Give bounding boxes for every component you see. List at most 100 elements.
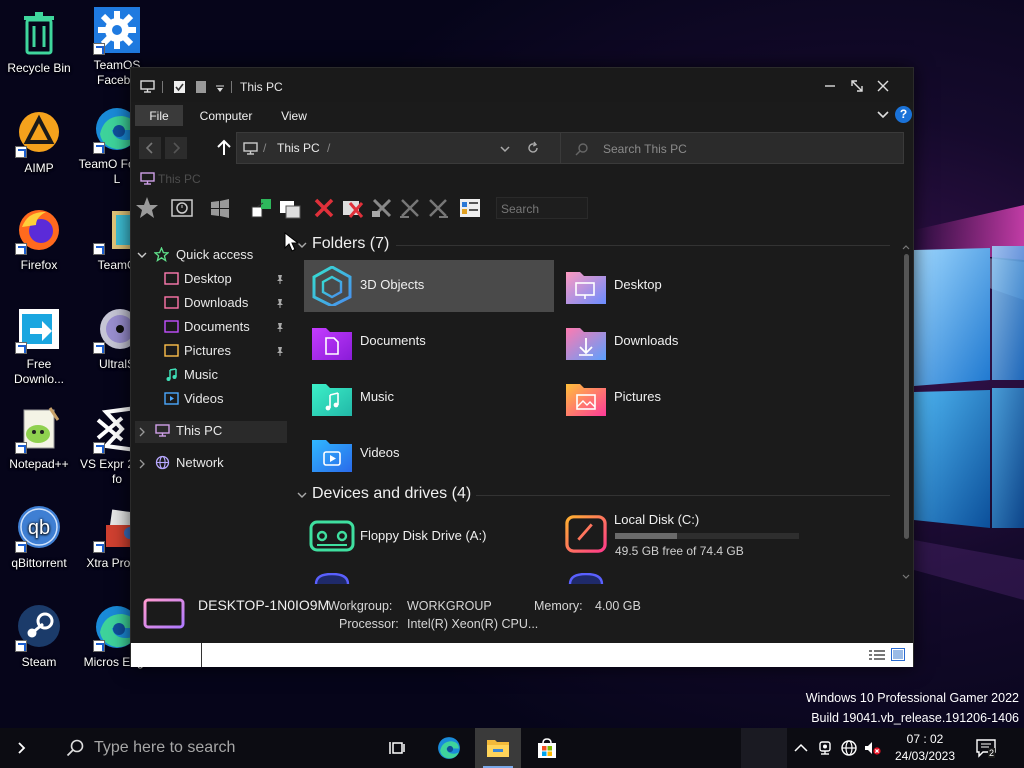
maximize-button[interactable] <box>849 78 865 94</box>
title-bar[interactable]: This PC <box>131 68 913 102</box>
nav-network[interactable]: Network <box>135 452 287 474</box>
devices-group-header[interactable]: Devices and drives (4) <box>312 485 471 503</box>
nav-item-documents[interactable]: Documents <box>135 316 287 338</box>
desktop-icon-label: Firefox <box>20 258 58 272</box>
drive-floppy-a[interactable]: Floppy Disk Drive (A:) <box>304 510 554 564</box>
nav-item-videos[interactable]: Videos <box>135 388 287 410</box>
desktop-icon-notepad-plus-plus[interactable]: Notepad++ <box>0 404 78 472</box>
firefox-icon <box>14 205 64 255</box>
desktop-icon-free-download-manager[interactable]: Free Downlo... <box>0 304 78 387</box>
svg-text:qb: qb <box>28 517 50 539</box>
taskbar-app-edge[interactable] <box>426 728 472 768</box>
nav-this-pc[interactable]: This PC <box>135 420 287 442</box>
folder-music[interactable]: Music <box>304 372 554 424</box>
view-options-icon[interactable] <box>457 195 483 221</box>
nav-item-music[interactable]: Music <box>135 364 287 386</box>
pictures-folder-icon <box>566 384 606 416</box>
back-button[interactable] <box>139 137 161 159</box>
network-globe-icon[interactable] <box>840 739 858 757</box>
start-button[interactable] <box>0 728 46 768</box>
hard-drive-icon <box>565 515 607 553</box>
refresh-icon[interactable] <box>526 141 540 155</box>
undo-icon[interactable] <box>397 195 423 221</box>
folder-documents[interactable]: Documents <box>304 316 554 368</box>
music-note-icon <box>166 368 177 381</box>
large-icons-view-icon[interactable] <box>891 648 905 661</box>
dvd-drive-icon[interactable] <box>566 573 606 584</box>
taskbar-app-file-explorer[interactable] <box>475 728 521 768</box>
dvd-drive-icon[interactable] <box>312 573 352 584</box>
videos-folder-icon <box>164 392 179 405</box>
chevron-down-icon[interactable] <box>297 491 307 499</box>
desktop-icon-aimp[interactable]: AIMP <box>0 108 78 176</box>
clock-time[interactable]: 07 : 02 <box>893 732 957 746</box>
breadcrumb-this-pc[interactable]: This PC <box>277 141 320 155</box>
folder-downloads[interactable]: Downloads <box>558 316 808 368</box>
up-button[interactable] <box>213 137 235 159</box>
pin-icon[interactable] <box>275 298 285 309</box>
chevron-up-icon[interactable] <box>792 739 810 757</box>
folder-name: Music <box>360 389 394 404</box>
folder-desktop[interactable]: Desktop <box>558 260 808 312</box>
properties-icon[interactable] <box>173 80 186 94</box>
nav-label: Downloads <box>184 295 249 310</box>
chevron-down-icon[interactable] <box>499 144 511 154</box>
cut-icon[interactable] <box>369 195 395 221</box>
vertical-scrollbar[interactable] <box>902 244 910 584</box>
clock-date[interactable]: 24/03/2023 <box>889 749 961 763</box>
nav-item-downloads[interactable]: Downloads <box>135 292 287 314</box>
history-icon[interactable] <box>169 195 195 221</box>
pin-icon[interactable] <box>275 346 285 357</box>
nav-quick-access[interactable]: Quick access <box>135 244 287 266</box>
help-button[interactable]: ? <box>895 106 912 123</box>
taskbar-app-store[interactable] <box>523 728 569 768</box>
forward-button[interactable] <box>165 137 187 159</box>
new-folder-icon[interactable] <box>195 80 207 94</box>
minimize-button[interactable] <box>822 78 838 94</box>
pin-icon[interactable] <box>275 274 285 285</box>
customize-quick-access-icon[interactable] <box>215 80 225 94</box>
tab-file[interactable]: File <box>135 105 183 126</box>
delete-permanently-icon[interactable] <box>340 195 366 221</box>
toolbar-search-input[interactable]: Search <box>496 197 588 219</box>
details-view-icon[interactable] <box>869 649 885 661</box>
favorite-star-icon[interactable] <box>134 195 160 221</box>
processor-value: Intel(R) Xeon(R) CPU... <box>407 617 539 631</box>
move-to-icon[interactable] <box>249 195 275 221</box>
volume-muted-icon[interactable] <box>863 739 881 757</box>
taskbar-search-box[interactable]: Type here to search <box>48 728 378 768</box>
scroll-up-icon[interactable] <box>902 244 910 250</box>
redo-icon[interactable] <box>425 195 451 221</box>
shortcut-arrow-icon <box>93 640 105 652</box>
pin-icon[interactable] <box>275 322 285 333</box>
arrow-up-icon <box>217 139 231 155</box>
copy-to-icon[interactable] <box>277 195 303 221</box>
store-bag-icon <box>538 738 556 758</box>
tab-computer[interactable]: Computer <box>191 105 261 126</box>
nav-item-desktop[interactable]: Desktop <box>135 268 287 290</box>
tab-view[interactable]: View <box>269 105 319 126</box>
desktop-icon-recycle-bin[interactable]: Recycle Bin <box>0 8 78 76</box>
task-view-button[interactable] <box>374 728 420 768</box>
floppy-drive-icon <box>309 520 355 552</box>
close-button[interactable] <box>875 78 891 94</box>
folder-3d-objects[interactable]: 3D Objects <box>304 260 554 312</box>
desktop-icon-steam[interactable]: Steam <box>0 602 78 670</box>
webcam-icon[interactable] <box>816 739 834 757</box>
drive-local-disk-c[interactable]: Local Disk (C:) 49.5 GB free of 74.4 GB <box>558 508 808 566</box>
desktop-icon-firefox[interactable]: Firefox <box>0 205 78 273</box>
folder-pictures[interactable]: Pictures <box>558 372 808 424</box>
documents-folder-icon <box>312 328 352 360</box>
folder-videos[interactable]: Videos <box>304 428 554 480</box>
scroll-thumb[interactable] <box>904 254 909 539</box>
nav-label: Quick access <box>176 247 254 262</box>
scroll-down-icon[interactable] <box>902 574 910 580</box>
chevron-down-icon[interactable] <box>876 108 890 122</box>
file-explorer-window[interactable]: This PC File Computer View ? / This PC /… <box>130 67 914 667</box>
windows-logo-icon[interactable] <box>207 195 233 221</box>
nav-item-pictures[interactable]: Pictures <box>135 340 287 362</box>
desktop-icon-qbittorrent[interactable]: qb qBittorrent <box>0 503 78 571</box>
search-box[interactable]: Search This PC <box>560 132 904 164</box>
delete-icon[interactable] <box>311 195 337 221</box>
folders-group-header[interactable]: Folders (7) <box>312 235 389 253</box>
